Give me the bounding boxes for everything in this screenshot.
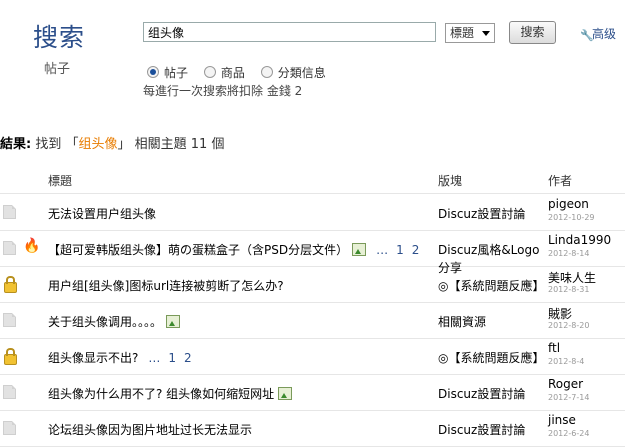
scope-radio-goods[interactable]: 商品 — [203, 64, 245, 81]
author-link[interactable]: jinse — [548, 413, 576, 427]
table-row[interactable]: 🔥 【超可爱韩版组头像】萌の蛋糕盒子（含PSD分层文件） … 1 2 Discuz風格&L… — [0, 230, 625, 275]
result-count: 」 相關主題 11 個 — [117, 137, 225, 152]
forum-link[interactable]: Discuz設置討論 — [438, 385, 525, 403]
radio-checked-icon — [147, 66, 159, 78]
search-header: 搜索 帖子 组头像 標題 搜索 🔧高级 帖子 商品 分類信息 每進行一次搜索將扣… — [0, 0, 625, 116]
image-attachment-icon — [166, 315, 181, 328]
forum-name: Discuz設置討論 — [438, 387, 526, 401]
wrench-icon: 🔧 — [580, 29, 594, 42]
result-found: 找到 「 — [35, 137, 79, 152]
post-date: 2012-8-14 — [548, 249, 590, 258]
thread-title-link[interactable]: 用户组[组头像]图标url连接被剪断了怎么办? — [48, 279, 284, 293]
page-subtitle: 帖子 — [44, 62, 71, 77]
thread-title-link[interactable]: 组头像为什么用不了? 组头像如何缩短网址 — [48, 387, 274, 401]
author-link[interactable]: pigeon — [548, 197, 589, 211]
scope-radio-threads[interactable]: 帖子 — [147, 64, 188, 81]
post-date: 2012-10-29 — [548, 213, 595, 222]
doc-icon — [3, 421, 16, 435]
advanced-search-link[interactable]: 🔧高级 — [580, 25, 616, 42]
page-link[interactable]: … — [376, 243, 388, 257]
page-link[interactable]: 1 — [396, 243, 404, 257]
search-input[interactable]: 组头像 — [143, 22, 436, 42]
page-link[interactable]: 2 — [184, 351, 192, 365]
lock-icon — [4, 348, 17, 365]
doc-icon — [3, 385, 16, 399]
page-title: 搜索 — [33, 23, 86, 52]
thread-title-link[interactable]: 无法设置用户组头像 — [48, 207, 156, 221]
forum-name: Discuz設置討論 — [438, 423, 526, 437]
author-link[interactable]: Linda1990 — [548, 233, 611, 247]
author-link[interactable]: 賊影 — [548, 305, 572, 322]
author-link[interactable]: ftl — [548, 341, 560, 355]
doc-icon — [3, 313, 16, 327]
scope-label: 帖子 — [164, 66, 189, 80]
image-attachment-icon — [278, 387, 293, 400]
result-keyword: 组头像 — [78, 137, 118, 152]
post-date: 2012-8-20 — [548, 321, 590, 330]
doc-icon — [3, 205, 16, 219]
forum-name: ◎【系統問題反應】 — [438, 351, 545, 365]
forum-link[interactable]: ◎【系統問題反應】 — [438, 277, 544, 295]
column-title: 標題 — [48, 174, 73, 188]
result-summary: 結果: 找到 「组头像」 相關主題 11 個 — [0, 133, 224, 152]
table-header: 標題 版塊 作者 — [0, 163, 625, 194]
search-type-value: 標題 — [450, 26, 475, 40]
image-attachment-icon — [352, 243, 367, 256]
scope-radio-group: 帖子 商品 分類信息 — [147, 64, 338, 81]
forum-link[interactable]: Discuz設置討論 — [438, 205, 525, 223]
cost-note: 每進行一次搜索將扣除 金錢 2 — [143, 84, 303, 98]
table-row[interactable]: 组头像为什么用不了? 组头像如何缩短网址 Discuz設置討論 Roger 2012-… — [0, 374, 625, 411]
forum-name: Discuz設置討論 — [438, 207, 526, 221]
forum-link[interactable]: 相關資源 — [438, 313, 486, 331]
table-row[interactable]: 用户组[组头像]图标url连接被剪断了怎么办? ◎【系統問題反應】 美味人生 2012… — [0, 266, 625, 303]
post-date: 2012-8-4 — [548, 357, 585, 366]
author-link[interactable]: 美味人生 — [548, 269, 596, 286]
author-link[interactable]: Roger — [548, 377, 583, 391]
scope-radio-category[interactable]: 分類信息 — [260, 64, 326, 81]
thread-title-link[interactable]: 【超可爱韩版组头像】萌の蛋糕盒子（含PSD分层文件） — [48, 243, 348, 257]
page-link[interactable]: 1 — [168, 351, 176, 365]
forum-link[interactable]: ◎【系統問題反應】 — [438, 349, 544, 367]
table-row[interactable]: 无法设置用户组头像 Discuz設置討論 pigeon 2012-10-29 — [0, 194, 625, 231]
forum-name: Discuz風格&Logo — [438, 243, 540, 257]
forum-name: ◎【系統問題反應】 — [438, 279, 545, 293]
thread-title-link[interactable]: 组头像显示不出? — [48, 351, 138, 365]
advanced-label: 高级 — [592, 27, 617, 41]
page-link[interactable]: … — [148, 351, 160, 365]
scope-label: 分類信息 — [277, 66, 326, 80]
radio-unchecked-icon — [203, 66, 216, 78]
lock-icon — [4, 276, 17, 293]
forum-name: 相關資源 — [438, 315, 487, 329]
search-button[interactable]: 搜索 — [509, 21, 556, 44]
table-row[interactable]: 关于组头像调用。。。。 相關資源 賊影 2012-8-20 — [0, 302, 625, 339]
page-link[interactable]: 2 — [412, 243, 420, 257]
scope-label: 商品 — [220, 66, 245, 80]
table-row[interactable]: 论坛组头像因为图片地址过长无法显示 Discuz設置討論 jinse 2012-6-2… — [0, 410, 625, 447]
post-date: 2012-6-24 — [548, 429, 590, 438]
thread-title-link[interactable]: 论坛组头像因为图片地址过长无法显示 — [48, 423, 252, 437]
post-date: 2012-8-31 — [548, 285, 590, 294]
column-forum: 版塊 — [438, 174, 463, 188]
chevron-down-icon — [482, 31, 490, 36]
result-prefix: 結果: — [0, 137, 32, 152]
table-row[interactable]: 组头像显示不出? … 1 2 ◎【系統問題反應】 ftl 2012-8-4 — [0, 338, 625, 375]
hot-icon: 🔥 — [23, 238, 41, 254]
page-links: … 1 2 — [368, 243, 419, 257]
page-links: … 1 2 — [140, 351, 191, 365]
forum-link[interactable]: Discuz設置討論 — [438, 421, 525, 439]
search-type-select[interactable]: 標題 — [445, 23, 495, 43]
doc-icon — [3, 241, 16, 255]
thread-title-link[interactable]: 关于组头像调用。。。。 — [48, 315, 162, 329]
post-date: 2012-7-14 — [548, 393, 590, 402]
radio-unchecked-icon — [260, 66, 273, 78]
column-author: 作者 — [548, 174, 573, 188]
